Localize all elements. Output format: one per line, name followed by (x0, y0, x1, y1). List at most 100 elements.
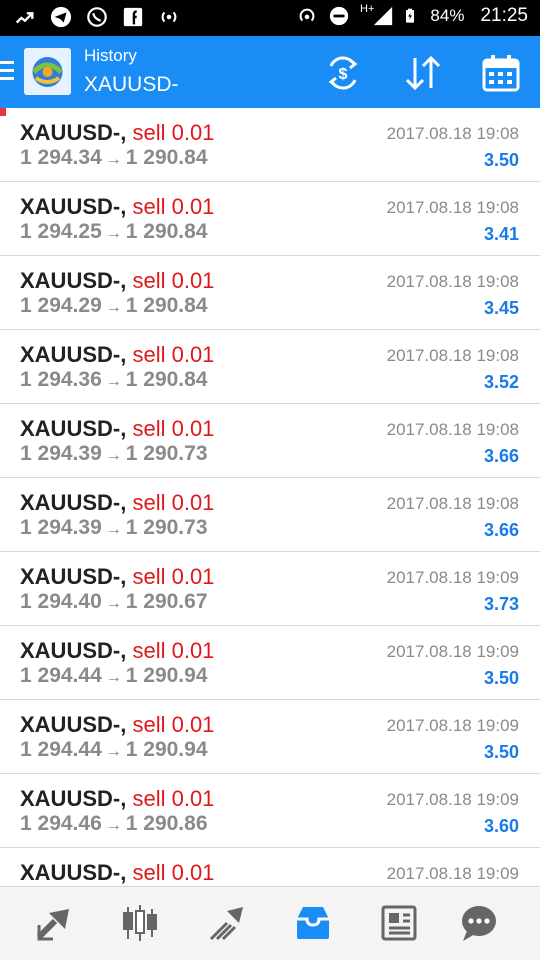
history-icon[interactable] (293, 903, 333, 943)
close-price: 1 290.94 (125, 664, 208, 687)
close-price: 1 290.84 (125, 368, 208, 391)
trade-time: 2017.08.18 19:08 (386, 124, 519, 143)
trade-time: 2017.08.18 19:09 (386, 642, 519, 661)
chart-icon[interactable] (120, 903, 160, 943)
arrow-icon: → (105, 521, 122, 538)
close-price: 1 290.67 (125, 590, 208, 613)
close-price: 1 290.73 (125, 442, 208, 465)
arrow-icon: → (105, 373, 122, 390)
trade-time: 2017.08.18 19:08 (386, 198, 519, 217)
telegram-icon (50, 6, 72, 28)
trade-action: sell 0.01 (132, 490, 215, 515)
trade-profit: 3.60 (483, 816, 519, 836)
trade-profit: 3.66 (483, 520, 519, 540)
whatsapp-icon (87, 7, 107, 27)
trade-symbol: XAUUSD-, (20, 712, 127, 737)
trade-row[interactable]: XAUUSD-, sell 0.01 1 294.29 → 1 290.84 201… (0, 256, 540, 330)
trade-action: sell 0.01 (132, 268, 215, 293)
open-price: 1 294.34 (20, 146, 102, 169)
facebook-icon (123, 7, 143, 27)
network-type-label: H+ (360, 3, 375, 15)
svg-text:$: $ (339, 66, 348, 83)
news-icon[interactable] (379, 903, 419, 943)
trade-symbol: XAUUSD-, (20, 638, 127, 663)
broadcast-icon (161, 11, 177, 23)
arrow-icon: → (105, 817, 122, 834)
trade-time: 2017.08.18 19:09 (386, 864, 519, 883)
trade-row[interactable]: XAUUSD-, sell 0.01 1 294.34 → 1 290.84 201… (0, 108, 540, 182)
screen-title: History (84, 46, 137, 65)
sort-icon[interactable] (402, 52, 444, 94)
arrow-icon: → (105, 299, 122, 316)
trade-action: sell 0.01 (132, 342, 215, 367)
trade-row[interactable]: XAUUSD-, sell 0.01 1 294.36 → 1 290.84 201… (0, 330, 540, 404)
trade-profit: 3.45 (483, 298, 519, 318)
trade-symbol: XAUUSD-, (20, 860, 127, 885)
arrow-icon: → (105, 595, 122, 612)
open-price: 1 294.46 (20, 812, 102, 835)
trade-row[interactable]: XAUUSD-, sell 0.01 2017.08.18 19:09 (0, 848, 540, 886)
do-not-disturb-icon (329, 6, 349, 26)
trade-row[interactable]: XAUUSD-, sell 0.01 1 294.39 → 1 290.73 201… (0, 478, 540, 552)
status-bar: H+ 84% 21:25 (0, 0, 540, 36)
trade-action: sell 0.01 (132, 416, 215, 441)
open-price: 1 294.39 (20, 516, 102, 539)
close-price: 1 290.84 (125, 220, 208, 243)
trade-row[interactable]: XAUUSD-, sell 0.01 1 294.39 → 1 290.73 201… (0, 404, 540, 478)
trade-symbol: XAUUSD-, (20, 120, 127, 145)
calendar-icon[interactable] (480, 52, 522, 94)
trade-symbol: XAUUSD-, (20, 786, 127, 811)
trade-icon[interactable] (207, 903, 247, 943)
close-price: 1 290.86 (125, 812, 208, 835)
quotes-icon[interactable] (35, 903, 75, 943)
trade-action: sell 0.01 (132, 120, 215, 145)
menu-icon[interactable] (0, 61, 16, 83)
trade-symbol: XAUUSD-, (20, 342, 127, 367)
battery-icon (406, 8, 415, 23)
trade-row[interactable]: XAUUSD-, sell 0.01 1 294.46 → 1 290.86 201… (0, 774, 540, 848)
trade-action: sell 0.01 (132, 786, 215, 811)
trade-symbol: XAUUSD-, (20, 194, 127, 219)
trade-time: 2017.08.18 19:09 (386, 568, 519, 587)
trade-time: 2017.08.18 19:08 (386, 272, 519, 291)
open-price: 1 294.44 (20, 738, 102, 761)
bottom-navigation (0, 886, 540, 960)
trade-profit: 3.73 (483, 594, 519, 614)
app-logo[interactable] (24, 48, 71, 95)
symbol-subtitle[interactable]: XAUUSD- (84, 73, 179, 97)
clock: 21:25 (480, 5, 528, 26)
currency-exchange-icon[interactable]: $ (322, 52, 364, 94)
app-bar: History XAUUSD- $ (0, 36, 540, 108)
trade-symbol: XAUUSD-, (20, 268, 127, 293)
open-price: 1 294.29 (20, 294, 102, 317)
history-list[interactable]: XAUUSD-, sell 0.01 1 294.34 → 1 290.84 201… (0, 108, 540, 886)
hotspot-icon (299, 8, 315, 22)
trade-time: 2017.08.18 19:08 (386, 494, 519, 513)
trade-profit: 3.50 (483, 150, 519, 170)
trade-profit: 3.41 (483, 224, 519, 244)
close-price: 1 290.73 (125, 516, 208, 539)
arrow-icon: → (105, 225, 122, 242)
trade-action: sell 0.01 (132, 860, 215, 885)
messages-icon[interactable] (459, 903, 499, 943)
arrow-icon: → (105, 447, 122, 464)
trade-profit: 3.66 (483, 446, 519, 466)
trade-symbol: XAUUSD-, (20, 490, 127, 515)
open-price: 1 294.40 (20, 590, 102, 613)
close-price: 1 290.84 (125, 146, 208, 169)
trade-row[interactable]: XAUUSD-, sell 0.01 1 294.40 → 1 290.67 201… (0, 552, 540, 626)
trade-time: 2017.08.18 19:09 (386, 790, 519, 809)
trade-time: 2017.08.18 19:08 (386, 346, 519, 365)
trade-action: sell 0.01 (132, 194, 215, 219)
trade-row[interactable]: XAUUSD-, sell 0.01 1 294.25 → 1 290.84 201… (0, 182, 540, 256)
trade-time: 2017.08.18 19:08 (386, 420, 519, 439)
trade-row[interactable]: XAUUSD-, sell 0.01 1 294.44 → 1 290.94 201… (0, 626, 540, 700)
arrow-icon: → (105, 151, 122, 168)
trade-row[interactable]: XAUUSD-, sell 0.01 1 294.44 → 1 290.94 201… (0, 700, 540, 774)
signal-icon (374, 6, 393, 26)
missed-call-icon (15, 12, 34, 24)
battery-percent: 84% (430, 6, 465, 25)
open-price: 1 294.39 (20, 442, 102, 465)
arrow-icon: → (105, 743, 122, 760)
trade-action: sell 0.01 (132, 712, 215, 737)
